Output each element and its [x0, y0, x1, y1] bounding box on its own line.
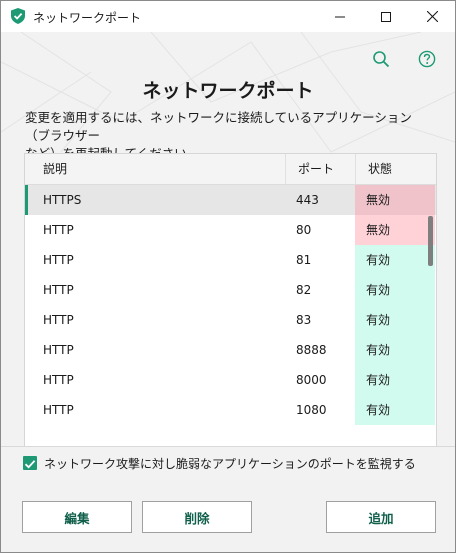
delete-button[interactable]: 削除 — [142, 501, 252, 533]
column-header-description[interactable]: 説明 — [43, 154, 67, 184]
row-status: 有効 — [355, 275, 435, 305]
row-port: 443 — [296, 193, 319, 207]
row-status: 有効 — [355, 365, 435, 395]
search-icon[interactable] — [372, 50, 390, 68]
table-header: 説明 ポート 状態 — [25, 154, 436, 185]
row-status: 有効 — [355, 335, 435, 365]
minimize-icon — [335, 16, 345, 17]
table-body: HTTPS 443 無効 HTTP 80 無効 HTTP 81 有効 HTTP … — [25, 185, 436, 425]
table-row[interactable]: HTTP 80 無効 — [25, 215, 436, 245]
footer: ネットワーク攻撃に対し脆弱なアプリケーションのポートを監視する 編集 削除 追加 — [1, 447, 455, 552]
description-line: 変更を適用するには、ネットワークに接続しているアプリケーション（ブラウザー — [25, 110, 412, 143]
row-status: 有効 — [355, 245, 435, 275]
row-description: HTTPS — [43, 193, 82, 207]
row-port: 8000 — [296, 373, 327, 387]
monitor-ports-label[interactable]: ネットワーク攻撃に対し脆弱なアプリケーションのポートを監視する — [44, 455, 416, 472]
row-port: 8888 — [296, 343, 327, 357]
minimize-button[interactable] — [317, 1, 363, 32]
shield-icon — [11, 8, 25, 24]
title-bar: ネットワークポート — [1, 1, 455, 32]
maximize-icon — [381, 11, 391, 22]
row-description: HTTP — [43, 283, 74, 297]
ports-table: 説明 ポート 状態 HTTPS 443 無効 HTTP 80 無効 HTTP 8… — [24, 153, 437, 446]
table-scrollbar[interactable] — [428, 216, 433, 266]
row-port: 1080 — [296, 403, 327, 417]
window-title: ネットワークポート — [33, 11, 142, 25]
page-title: ネットワークポート — [142, 80, 314, 102]
monitor-ports-checkbox[interactable] — [23, 456, 37, 470]
row-status: 無効 — [355, 215, 435, 245]
row-description: HTTP — [43, 313, 74, 327]
network-ports-window: ネットワークポート ネットワークポート 変更を適用するには、ネットワークに接続し… — [0, 0, 456, 553]
maximize-button[interactable] — [363, 1, 409, 32]
help-icon[interactable] — [418, 50, 436, 68]
table-row[interactable]: HTTP 8000 有効 — [25, 365, 436, 395]
table-row[interactable]: HTTP 83 有効 — [25, 305, 436, 335]
row-port: 81 — [296, 253, 312, 267]
row-description: HTTP — [43, 373, 74, 387]
table-row[interactable]: HTTP 1080 有効 — [25, 395, 436, 425]
main-content: ネットワークポート 変更を適用するには、ネットワークに接続しているアプリケーショ… — [1, 32, 455, 446]
row-description: HTTP — [43, 403, 74, 417]
row-status: 無効 — [355, 185, 435, 215]
row-port: 83 — [296, 313, 312, 327]
column-header-port[interactable]: ポート — [285, 154, 355, 184]
row-status: 有効 — [355, 305, 435, 335]
table-row[interactable]: HTTP 82 有効 — [25, 275, 436, 305]
table-row[interactable]: HTTP 81 有効 — [25, 245, 436, 275]
row-description: HTTP — [43, 223, 74, 237]
selection-marker — [25, 185, 28, 215]
close-icon — [426, 11, 438, 22]
edit-button[interactable]: 編集 — [22, 501, 132, 533]
row-description: HTTP — [43, 253, 74, 267]
row-description: HTTP — [43, 343, 74, 357]
table-row[interactable]: HTTPS 443 無効 — [25, 185, 436, 215]
column-header-status[interactable]: 状態 — [355, 154, 436, 184]
row-port: 80 — [296, 223, 312, 237]
add-button[interactable]: 追加 — [326, 501, 436, 533]
table-row[interactable]: HTTP 8888 有効 — [25, 335, 436, 365]
close-button[interactable] — [409, 1, 455, 32]
row-status: 有効 — [355, 395, 435, 425]
checkmark-icon — [24, 460, 36, 469]
row-port: 82 — [296, 283, 312, 297]
